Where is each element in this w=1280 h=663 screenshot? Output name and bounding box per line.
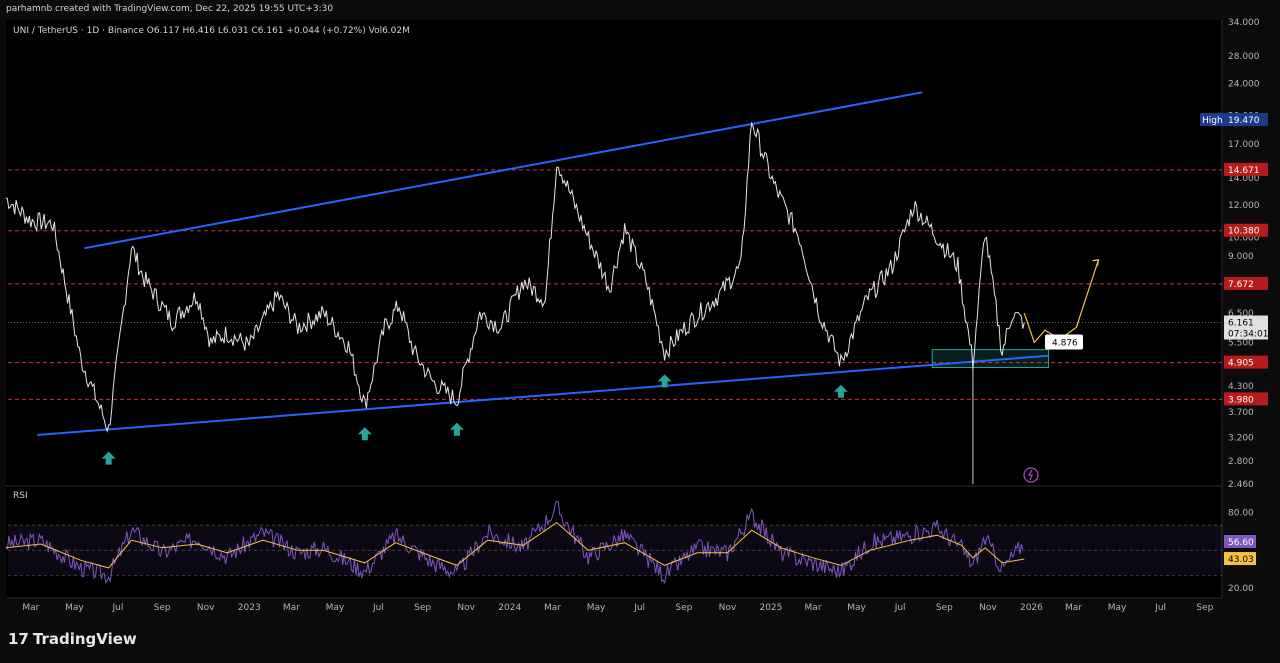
support-up-arrow-icon — [449, 422, 464, 436]
price-tick-label: 5.500 — [1228, 338, 1254, 348]
time-tick-label: 2025 — [759, 603, 782, 613]
time-tick-label: Mar — [22, 603, 39, 613]
time-tick-label: Jul — [633, 603, 645, 613]
time-tick-label: 2026 — [1020, 603, 1043, 613]
support-up-arrow-icon — [357, 427, 372, 441]
price-badge-value: 07:34:01 — [1228, 329, 1268, 339]
time-tick-label: Jul — [372, 603, 384, 613]
time-tick-label: Jul — [1154, 603, 1166, 613]
rsi-badge-value: 56.60 — [1228, 538, 1254, 548]
time-tick-label: May — [587, 603, 606, 613]
price-badge-value: 3.980 — [1228, 395, 1254, 405]
rsi-tick-label: 80.00 — [1228, 509, 1254, 519]
time-tick-label: Mar — [544, 603, 561, 613]
time-tick-label: Jul — [111, 603, 123, 613]
time-tick-label: Nov — [979, 603, 997, 613]
tradingview-logo-text: TradingView — [32, 630, 137, 648]
rsi-badge-value: 43.03 — [1228, 555, 1254, 565]
channel-trendline[interactable] — [84, 91, 923, 250]
price-chart[interactable]: 34.00028.00024.00020.00017.00014.00012.0… — [0, 0, 1280, 663]
tradingview-logo[interactable]: 17 TradingView — [8, 630, 137, 648]
time-tick-label: Sep — [414, 603, 431, 613]
footer — [0, 620, 1280, 663]
time-tick-label: Mar — [805, 603, 822, 613]
price-badge-label: High — [1202, 116, 1223, 126]
channel-trendline[interactable] — [37, 354, 1049, 437]
tradingview-logo-mark: 17 — [8, 630, 29, 648]
price-tick-label: 12.000 — [1228, 201, 1260, 211]
price-badge-value: 10.380 — [1228, 227, 1260, 237]
lightning-bolt-glyph — [1027, 469, 1033, 481]
price-badge-value: 14.671 — [1228, 166, 1260, 176]
time-tick-label: Sep — [1196, 603, 1213, 613]
support-up-arrow-icon — [101, 451, 116, 465]
support-up-arrow-icon — [833, 384, 848, 398]
time-tick-label: 2023 — [238, 603, 261, 613]
support-zone-box[interactable] — [931, 349, 1050, 369]
time-tick-label: Nov — [457, 603, 475, 613]
price-badge-value: 19.470 — [1228, 116, 1260, 126]
price-tick-label: 3.700 — [1228, 408, 1254, 418]
time-tick-label: May — [1108, 603, 1127, 613]
price-tick-label: 17.000 — [1228, 140, 1260, 150]
price-tick-label: 2.460 — [1228, 480, 1254, 490]
symbol-info-line: UNI / TetherUS · 1D · Binance O6.117 H6.… — [13, 26, 410, 36]
price-tick-label: 28.000 — [1228, 52, 1260, 62]
rsi-tick-label: 20.00 — [1228, 584, 1254, 594]
projection-path[interactable] — [1023, 259, 1100, 344]
price-tick-label: 4.300 — [1228, 382, 1254, 392]
time-tick-label: Sep — [936, 603, 953, 613]
time-tick-label: Nov — [197, 603, 215, 613]
price-tick-label: 24.000 — [1228, 79, 1260, 89]
time-tick-label: May — [65, 603, 84, 613]
time-tick-label: Nov — [719, 603, 737, 613]
time-tick-label: Mar — [283, 603, 300, 613]
price-badge-value: 7.672 — [1228, 280, 1254, 290]
price-tick-label: 2.800 — [1228, 457, 1254, 467]
price-tick-label: 34.000 — [1228, 18, 1260, 28]
price-badge-value: 4.905 — [1228, 359, 1254, 369]
time-tick-label: Sep — [154, 603, 171, 613]
time-tick-label: May — [847, 603, 866, 613]
time-tick-label: 2024 — [498, 603, 521, 613]
time-tick-label: Jul — [894, 603, 906, 613]
rsi-pane-title: RSI — [13, 491, 28, 501]
time-tick-label: May — [326, 603, 345, 613]
price-tick-label: 3.200 — [1228, 434, 1254, 444]
time-tick-label: Sep — [675, 603, 692, 613]
time-tick-label: Mar — [1065, 603, 1082, 613]
price-tick-label: 9.000 — [1228, 252, 1254, 262]
price-callout-label: 4.876 — [1052, 338, 1078, 348]
